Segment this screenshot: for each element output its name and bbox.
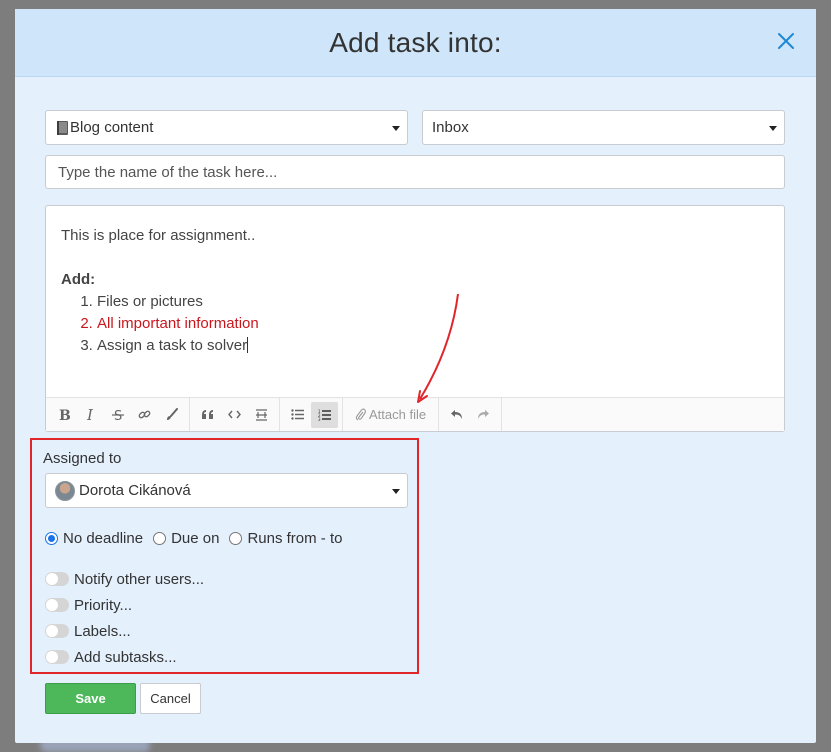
bold-icon[interactable]: B: [50, 402, 77, 428]
radio-button[interactable]: [229, 532, 243, 545]
text-cursor: [247, 337, 249, 353]
toggle-switch[interactable]: [45, 572, 69, 586]
radio-button[interactable]: [45, 532, 58, 545]
avatar: [55, 480, 75, 501]
editor-intro: This is place for assignment..: [61, 227, 256, 244]
radio-button[interactable]: [153, 532, 167, 545]
list-group: 123: [280, 398, 343, 431]
project-select-value: Blog content: [70, 119, 154, 136]
add-task-modal: Add task into: Blog content Inbox This i…: [15, 9, 816, 743]
radio-due-on[interactable]: Due on: [153, 530, 219, 547]
toggle-add-subtasks[interactable]: Add subtasks...: [45, 644, 204, 670]
editor-add-label: Add:: [61, 271, 96, 288]
italic-icon[interactable]: I: [77, 402, 104, 428]
bullet-list-icon[interactable]: [284, 402, 311, 428]
toggle-label: Priority...: [74, 596, 133, 614]
svg-text:B: B: [59, 408, 70, 421]
assignee-select[interactable]: Dorota Cikánová: [45, 473, 408, 508]
radio-label: Runs from - to: [247, 530, 343, 547]
svg-text:I: I: [86, 408, 94, 421]
deadline-radio-group: No deadline Due on Runs from - to: [45, 530, 352, 547]
book-icon: [56, 120, 69, 136]
assignee-name: Dorota Cikánová: [79, 482, 191, 499]
radio-label: No deadline: [63, 530, 144, 547]
close-icon[interactable]: [776, 31, 796, 51]
toggle-priority[interactable]: Priority...: [45, 592, 204, 618]
cancel-button[interactable]: Cancel: [140, 683, 201, 714]
list-select[interactable]: Inbox: [422, 110, 785, 145]
quote-icon[interactable]: [194, 402, 221, 428]
toggle-switch[interactable]: [45, 650, 69, 664]
code-icon[interactable]: [221, 402, 248, 428]
toggle-label: Notify other users...: [74, 570, 205, 588]
toggle-labels[interactable]: Labels...: [45, 618, 204, 644]
link-icon[interactable]: [131, 402, 158, 428]
modal-title: Add task into:: [329, 26, 502, 58]
paperclip-icon: [355, 408, 366, 421]
numbered-list-icon[interactable]: 123: [311, 401, 338, 428]
horizontal-rule-icon[interactable]: [248, 402, 275, 428]
toggle-label: Add subtasks...: [74, 648, 177, 666]
toggle-switch[interactable]: [45, 624, 69, 638]
brush-icon[interactable]: [158, 402, 185, 428]
chevron-down-icon: [392, 489, 400, 494]
toggle-label: Labels...: [74, 622, 131, 640]
save-button[interactable]: Save: [45, 683, 136, 714]
radio-no-deadline[interactable]: No deadline: [45, 530, 143, 547]
strikethrough-icon[interactable]: S: [104, 402, 131, 428]
toggle-switch[interactable]: [45, 598, 69, 612]
list-item-text: Assign a task to solver: [97, 337, 248, 354]
list-select-value: Inbox: [432, 119, 469, 136]
task-name-field[interactable]: [45, 155, 785, 189]
options-toggles: Notify other users... Priority... Labels…: [45, 566, 204, 670]
assigned-to-label: Assigned to: [43, 450, 122, 467]
radio-label: Due on: [171, 530, 220, 547]
project-select[interactable]: Blog content: [45, 110, 408, 145]
svg-text:3: 3: [318, 417, 321, 421]
insert-group: [190, 398, 280, 431]
toggle-notify-users[interactable]: Notify other users...: [45, 566, 204, 592]
annotation-arrow: [417, 293, 459, 403]
modal-header: Add task into:: [15, 9, 816, 77]
format-group: B I S: [46, 398, 190, 431]
chevron-down-icon: [392, 126, 400, 131]
radio-runs-from-to[interactable]: Runs from - to: [229, 530, 342, 547]
chevron-down-icon: [769, 126, 777, 131]
task-name-input[interactable]: [58, 163, 784, 181]
